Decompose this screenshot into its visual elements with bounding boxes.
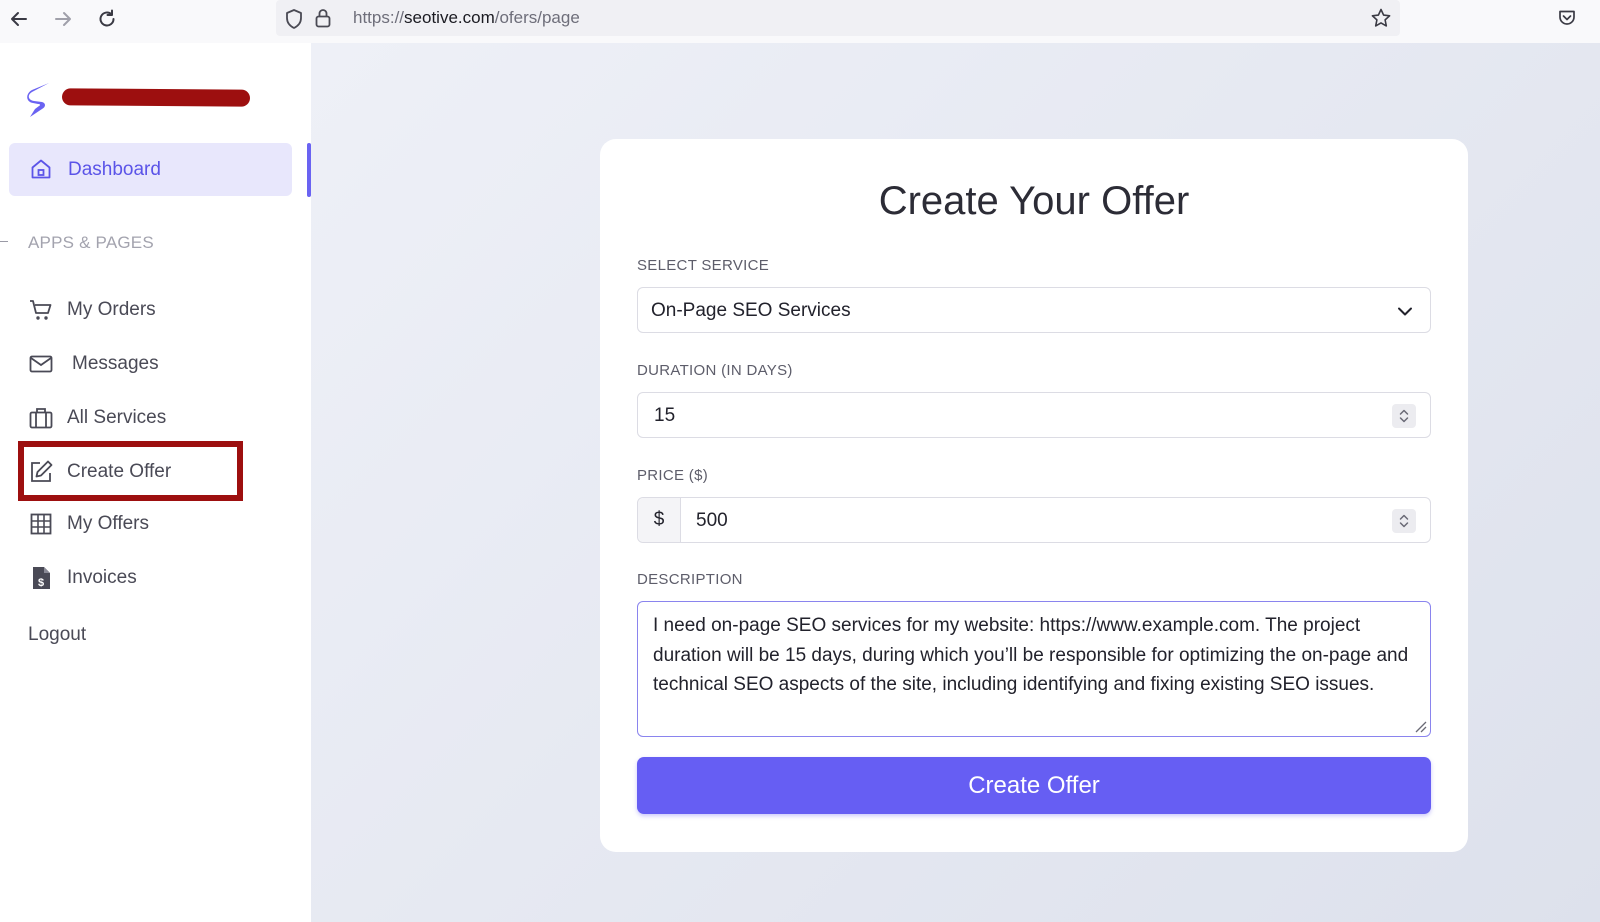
url-domain: seotive.com [404, 8, 495, 27]
create-offer-card: Create Your Offer SELECT SERVICE On-Page… [600, 139, 1468, 852]
section-divider [0, 241, 8, 242]
price-input[interactable]: $ 500 [637, 497, 1431, 543]
url-text[interactable]: https://seotive.com/ofers/page [353, 8, 580, 28]
section-heading: APPS & PAGES [28, 233, 154, 252]
description-label: DESCRIPTION [637, 571, 743, 588]
duration-label: DURATION (IN DAYS) [637, 362, 793, 379]
price-stepper-icon[interactable] [1392, 509, 1416, 533]
redacted-brand-name [61, 88, 251, 107]
chevron-down-icon [1395, 301, 1415, 321]
brand-logo[interactable] [24, 80, 56, 120]
browser-toolbar: https://seotive.com/ofers/page [0, 0, 1600, 43]
sidebar-item-label: Messages [72, 353, 159, 374]
grid-icon [28, 511, 54, 537]
sidebar-item-label: My Orders [67, 299, 156, 320]
resize-handle-icon[interactable] [1413, 719, 1427, 733]
address-bar[interactable]: https://seotive.com/ofers/page [276, 0, 1400, 36]
duration-stepper-icon[interactable] [1392, 404, 1416, 428]
logout-link[interactable]: Logout [28, 624, 86, 646]
sidebar-item-label: Dashboard [68, 159, 161, 180]
page-title: Create Your Offer [878, 179, 1190, 223]
bookmark-star-icon[interactable] [1370, 7, 1392, 34]
service-label: SELECT SERVICE [637, 257, 770, 274]
duration-input-value: 15 [654, 405, 676, 426]
home-icon [29, 157, 53, 181]
mail-icon [28, 351, 54, 377]
url-path: /ofers/page [494, 8, 580, 27]
forward-icon[interactable] [50, 6, 76, 32]
shield-icon[interactable] [284, 8, 304, 35]
sidebar-item-dashboard[interactable]: Dashboard [9, 143, 292, 196]
duration-input[interactable]: 15 [637, 392, 1431, 438]
description-textarea[interactable]: I need on-page SEO services for my websi… [637, 601, 1431, 737]
service-select[interactable]: On-Page SEO Services [637, 287, 1431, 333]
reload-icon[interactable] [94, 6, 120, 32]
create-offer-button[interactable]: Create Offer [637, 757, 1431, 814]
annotation-highlight-box [18, 441, 243, 501]
price-label: PRICE ($) [637, 467, 709, 484]
sidebar-item-label: All Services [67, 407, 167, 428]
price-input-value: 500 [696, 510, 728, 531]
sidebar-item-label: My Offers [67, 513, 149, 534]
url-prefix: https:// [353, 8, 405, 27]
pocket-icon[interactable] [1557, 8, 1577, 33]
briefcase-icon [28, 405, 54, 431]
lock-icon[interactable] [314, 7, 332, 34]
back-icon[interactable] [6, 6, 32, 32]
description-text: I need on-page SEO services for my websi… [653, 615, 1409, 695]
sidebar-item-label: Invoices [67, 567, 137, 588]
currency-prefix: $ [638, 498, 681, 542]
service-select-value: On-Page SEO Services [651, 300, 851, 321]
svg-text:$: $ [38, 577, 44, 589]
cart-icon [28, 297, 54, 323]
invoice-icon: $ [28, 565, 54, 591]
